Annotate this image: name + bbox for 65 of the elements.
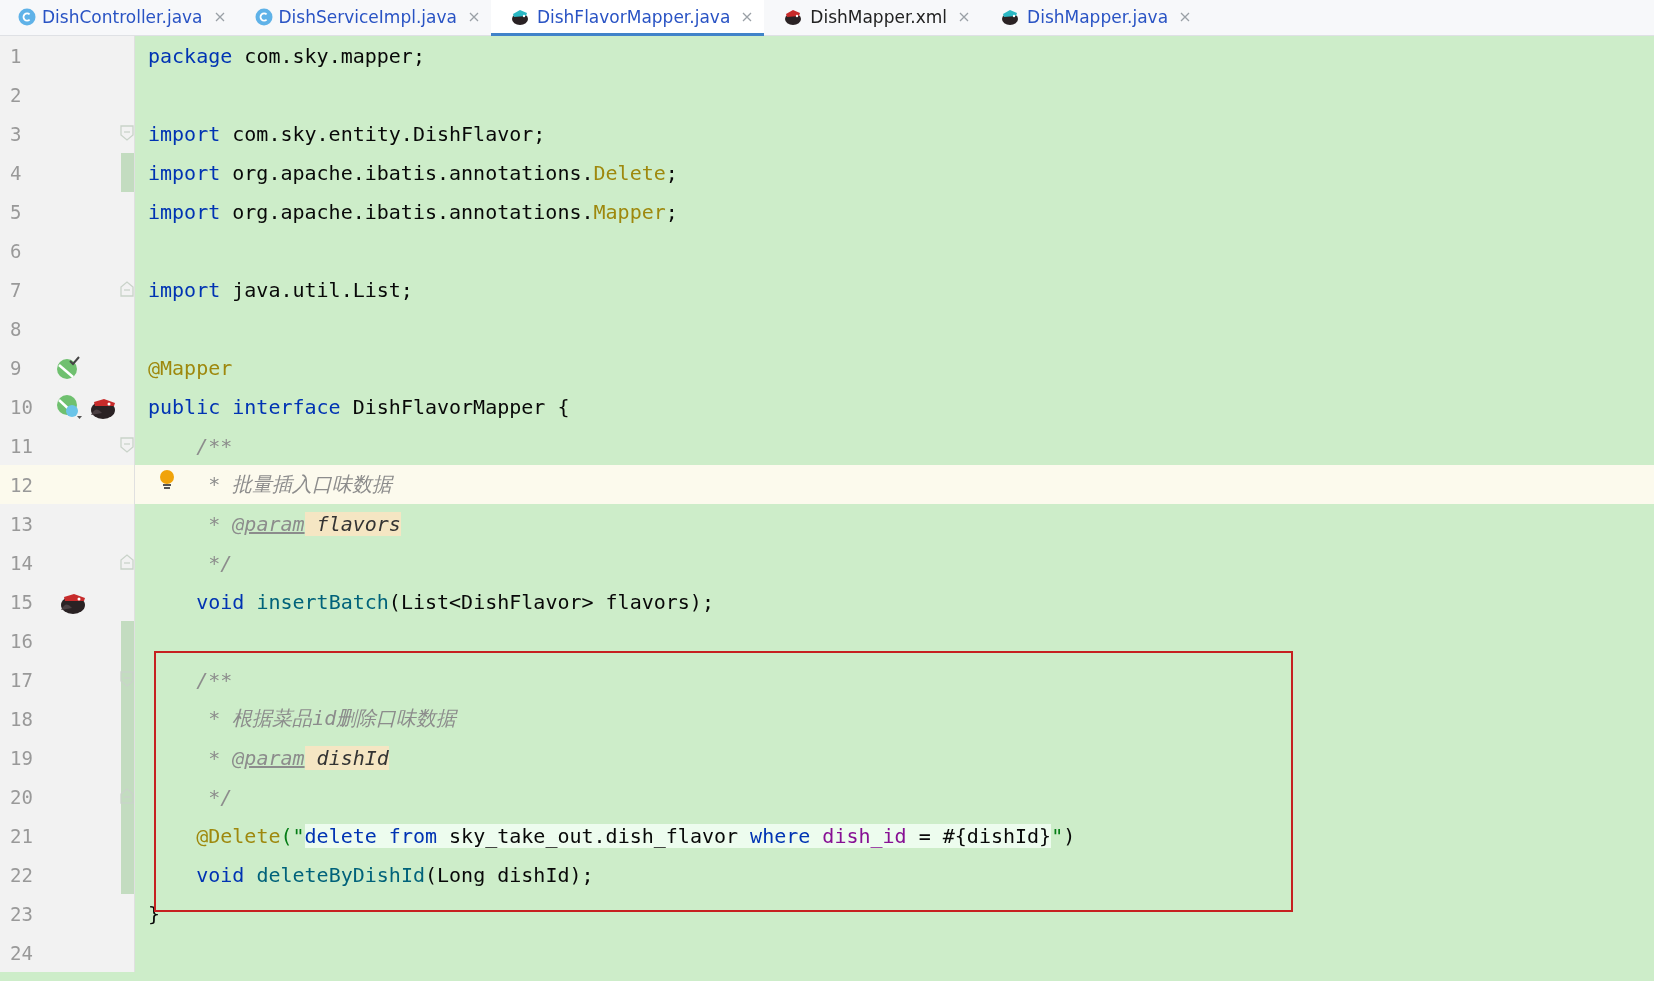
line-number: 1 bbox=[9, 44, 23, 67]
line-number: 7 bbox=[9, 278, 23, 301]
line-number: 11 bbox=[9, 434, 34, 457]
fold-icon[interactable] bbox=[120, 437, 134, 453]
line-number: 8 bbox=[9, 317, 23, 340]
close-icon[interactable] bbox=[742, 11, 753, 22]
editor-tab[interactable]: DishController.java bbox=[0, 0, 237, 36]
line-number: 14 bbox=[9, 551, 34, 574]
lightbulb-icon[interactable] bbox=[159, 469, 175, 491]
code-line: /** bbox=[196, 667, 233, 692]
line-number: 18 bbox=[9, 707, 34, 730]
line-number: 16 bbox=[9, 629, 34, 652]
class-icon bbox=[254, 7, 273, 26]
close-icon[interactable] bbox=[1180, 11, 1191, 22]
code-line: void deleteByDishId(Long dishId); bbox=[196, 862, 594, 887]
code-line: @Delete("delete from sky_take_out.dish_flavor where dish_id = #{dishId}") bbox=[196, 823, 1076, 848]
line-number: 9 bbox=[9, 356, 23, 379]
line-number: 2 bbox=[9, 83, 23, 106]
line-number: 4 bbox=[9, 161, 23, 184]
implemented-icon[interactable] bbox=[56, 355, 80, 380]
close-icon[interactable] bbox=[959, 11, 970, 22]
line-number: 22 bbox=[9, 863, 34, 886]
fold-icon[interactable] bbox=[120, 281, 134, 297]
editor-tab[interactable]: DishServiceImpl.java bbox=[236, 0, 491, 36]
change-marker[interactable] bbox=[121, 153, 134, 192]
change-marker[interactable] bbox=[121, 621, 134, 660]
code-line: * @param flavors bbox=[208, 511, 401, 536]
code-line: import org.apache.ibatis.annotations.Mapper; bbox=[148, 199, 678, 224]
fold-icon[interactable] bbox=[120, 671, 134, 687]
code-line: import org.apache.ibatis.annotations.Delete; bbox=[148, 160, 678, 185]
line-number: 6 bbox=[9, 239, 23, 262]
code-line: */ bbox=[208, 784, 233, 809]
line-number: 3 bbox=[9, 122, 23, 145]
code-line: * 批量插入口味数据 bbox=[208, 471, 393, 498]
code-line: /** bbox=[196, 433, 233, 458]
line-number: 21 bbox=[9, 824, 34, 847]
line-number: 12 bbox=[9, 473, 34, 496]
line-number: 13 bbox=[9, 512, 34, 535]
code-line: * @param dishId bbox=[208, 745, 389, 770]
code-line: import java.util.List; bbox=[148, 277, 413, 302]
editor-tab[interactable]: DishMapper.java bbox=[981, 0, 1203, 36]
editor-tab[interactable]: DishMapper.xml bbox=[764, 0, 982, 36]
editor-tab[interactable]: DishFlavorMapper.java bbox=[490, 0, 765, 36]
code-line: package com.sky.mapper; bbox=[148, 43, 425, 68]
fold-icon[interactable] bbox=[120, 125, 134, 141]
code-line: void insertBatch(List<DishFlavor> flavors); bbox=[196, 589, 714, 614]
code-line: import com.sky.entity.DishFlavor; bbox=[148, 121, 546, 146]
line-number: 5 bbox=[9, 200, 23, 223]
code-line: public interface DishFlavorMapper { bbox=[148, 394, 570, 419]
close-icon[interactable] bbox=[214, 11, 225, 22]
code-line: */ bbox=[208, 550, 233, 575]
line-number: 19 bbox=[9, 746, 34, 769]
line-number: 20 bbox=[9, 785, 34, 808]
close-icon[interactable] bbox=[468, 11, 479, 22]
fold-icon[interactable] bbox=[120, 554, 134, 570]
change-marker[interactable] bbox=[121, 855, 134, 894]
line-number: 10 bbox=[9, 395, 34, 418]
fold-icon[interactable] bbox=[120, 788, 134, 804]
line-number: 24 bbox=[9, 941, 34, 964]
code-line: @Mapper bbox=[148, 355, 233, 380]
line-number: 23 bbox=[9, 902, 34, 925]
code-line: * 根据菜品id删除口味数据 bbox=[208, 705, 457, 732]
class-icon bbox=[18, 7, 36, 26]
line-number: 17 bbox=[9, 668, 34, 691]
line-number: 15 bbox=[9, 590, 34, 613]
